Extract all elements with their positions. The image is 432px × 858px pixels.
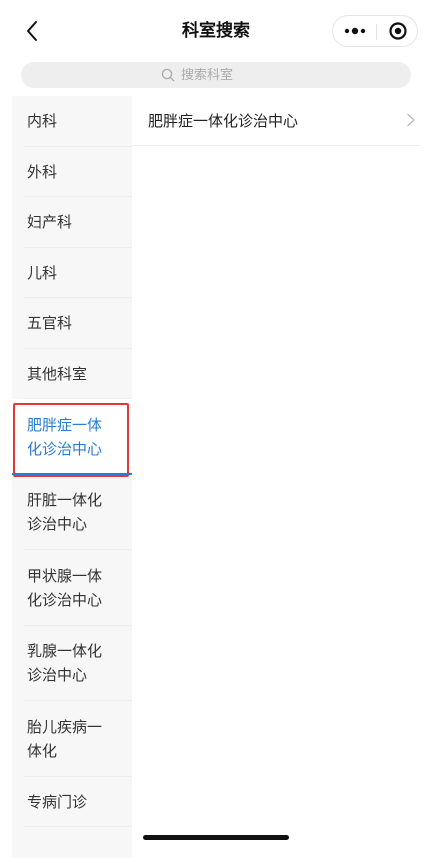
category-label: 肥胖症一体 化诊治中心 xyxy=(27,413,102,461)
category-item-obstetrics[interactable]: 妇产科 xyxy=(12,197,132,248)
category-label: 其他科室 xyxy=(27,364,88,383)
category-item-obesity-center[interactable]: 肥胖症一体 化诊治中心 xyxy=(12,399,132,477)
category-label: 肝脏一体化 诊治中心 xyxy=(27,488,102,536)
category-label-line1: 甲状腺一体 xyxy=(27,566,103,585)
category-item-breast-center[interactable]: 乳腺一体化 诊治中心 xyxy=(12,626,132,702)
category-label-line1: 胎儿疾病一 xyxy=(27,717,103,736)
category-label-line2: 化诊治中心 xyxy=(27,590,103,609)
search-bar xyxy=(0,58,432,94)
subdepartment-list: 肥胖症一体化诊治中心 xyxy=(132,96,432,858)
category-item-surgery[interactable]: 外科 xyxy=(12,147,132,198)
category-label: 专病门诊 xyxy=(27,792,88,811)
subdepartment-label: 肥胖症一体化诊治中心 xyxy=(148,112,299,130)
mini-program-capsule xyxy=(332,15,418,47)
category-item-ent[interactable]: 五官科 xyxy=(12,298,132,349)
category-label: 内科 xyxy=(27,112,58,131)
nav-bar: 科室搜索 xyxy=(0,0,432,58)
search-icon xyxy=(161,68,175,82)
category-item-internal-medicine[interactable]: 内科 xyxy=(12,96,132,147)
list-item[interactable]: 肥胖症一体化诊治中心 xyxy=(132,96,420,146)
category-label-line2: 体化 xyxy=(27,741,58,760)
category-item-pediatrics[interactable]: 儿科 xyxy=(12,248,132,299)
category-label: 外科 xyxy=(27,162,58,181)
category-label: 胎儿疾病一 体化 xyxy=(27,715,102,763)
category-sidebar: 内科 外科 妇产科 儿科 五官科 其他科室 肥胖症一体 化诊治中心 肝脏一体化 xyxy=(12,96,132,858)
category-item-other[interactable]: 其他科室 xyxy=(12,349,132,400)
category-label-line2: 化诊治中心 xyxy=(27,439,103,458)
search-input[interactable] xyxy=(181,67,271,83)
category-label-line2: 诊治中心 xyxy=(27,666,88,685)
category-label-line1: 肝脏一体化 xyxy=(27,491,103,510)
category-label-line1: 肥胖症一体 xyxy=(27,415,103,434)
home-indicator[interactable] xyxy=(143,835,289,840)
category-label: 甲状腺一体 化诊治中心 xyxy=(27,564,102,612)
category-label: 五官科 xyxy=(27,314,73,333)
chevron-right-icon xyxy=(407,113,415,127)
category-label-line2: 诊治中心 xyxy=(27,515,88,534)
category-label-line1: 乳腺一体化 xyxy=(27,642,103,661)
target-circle-icon xyxy=(388,22,407,40)
close-mini-program-button[interactable] xyxy=(377,16,418,46)
category-item-liver-center[interactable]: 肝脏一体化 诊治中心 xyxy=(12,475,132,551)
search-box[interactable] xyxy=(21,62,411,88)
more-button[interactable] xyxy=(333,16,376,46)
category-label: 妇产科 xyxy=(27,213,73,232)
category-item-specialty-clinic[interactable]: 专病门诊 xyxy=(12,777,132,828)
category-label: 儿科 xyxy=(27,263,58,282)
department-search-page: 科室搜索 搜索科室 内科 外科 妇产科 儿科 五官科 其他科室 肥胖症一体 化诊… xyxy=(0,0,432,858)
category-label: 乳腺一体化 诊治中心 xyxy=(27,639,102,687)
more-dots-icon xyxy=(344,27,365,35)
category-item-thyroid-center[interactable]: 甲状腺一体 化诊治中心 xyxy=(12,550,132,626)
category-item-fetal-center[interactable]: 胎儿疾病一 体化 xyxy=(12,701,132,777)
